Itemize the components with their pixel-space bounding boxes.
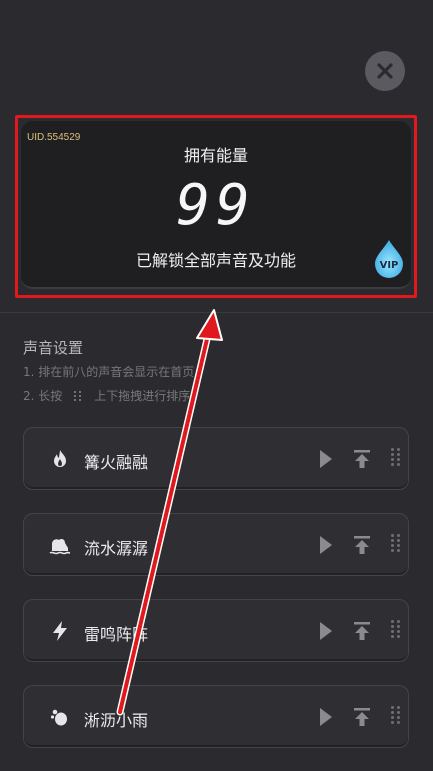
vip-badge-label: VIP (380, 260, 399, 271)
play-icon[interactable] (319, 621, 333, 641)
sound-item-bonfire[interactable]: 篝火融融 (23, 427, 409, 490)
hint-drag-suffix: 上下拖拽进行排序 (94, 389, 191, 403)
settings-title: 声音设置 (23, 339, 84, 357)
energy-panel-highlight: UID.554529 拥有能量 99 已解锁全部声音及功能 VIP (15, 115, 417, 298)
sound-name: 流水潺潺 (84, 539, 149, 558)
drag-handle-icon[interactable] (391, 448, 400, 466)
drag-handle-icon (74, 390, 82, 401)
play-icon[interactable] (319, 449, 333, 469)
sound-name: 雷鸣阵阵 (84, 625, 149, 644)
hint-drag-prefix: 2. 长按 (23, 389, 63, 403)
sound-name: 淅沥小雨 (84, 711, 149, 730)
close-icon (377, 63, 393, 79)
hint-top-eight: 1. 排在前八的声音会显示在首页 (23, 365, 195, 379)
sound-item-rain[interactable]: 淅沥小雨 (23, 685, 409, 748)
lightning-icon (53, 621, 67, 641)
sound-item-stream[interactable]: 流水潺潺 (23, 513, 409, 576)
hint-drag-sort: 2. 长按 上下拖拽进行排序 (23, 387, 190, 404)
drag-handle-icon[interactable] (391, 706, 400, 724)
water-icon (49, 539, 71, 555)
divider (0, 312, 433, 313)
sound-name: 篝火融融 (84, 453, 149, 472)
drag-handle-icon[interactable] (391, 620, 400, 638)
play-icon[interactable] (319, 535, 333, 555)
rain-icon (50, 709, 67, 726)
energy-value: 99 (176, 173, 256, 238)
energy-card[interactable]: UID.554529 拥有能量 99 已解锁全部声音及功能 VIP (21, 121, 411, 289)
sound-item-thunder[interactable]: 雷鸣阵阵 (23, 599, 409, 662)
vip-badge-icon[interactable]: VIP (369, 238, 409, 278)
move-to-top-icon[interactable] (353, 621, 371, 641)
drag-handle-icon[interactable] (391, 534, 400, 552)
energy-description: 已解锁全部声音及功能 (135, 251, 296, 270)
move-to-top-icon[interactable] (353, 707, 371, 727)
screen: UID.554529 拥有能量 99 已解锁全部声音及功能 VIP 声音设置 1… (0, 0, 433, 771)
move-to-top-icon[interactable] (353, 449, 371, 469)
play-icon[interactable] (319, 707, 333, 727)
move-to-top-icon[interactable] (353, 535, 371, 555)
close-button[interactable] (365, 51, 405, 91)
fire-icon (54, 450, 66, 467)
energy-label: 拥有能量 (183, 146, 248, 165)
